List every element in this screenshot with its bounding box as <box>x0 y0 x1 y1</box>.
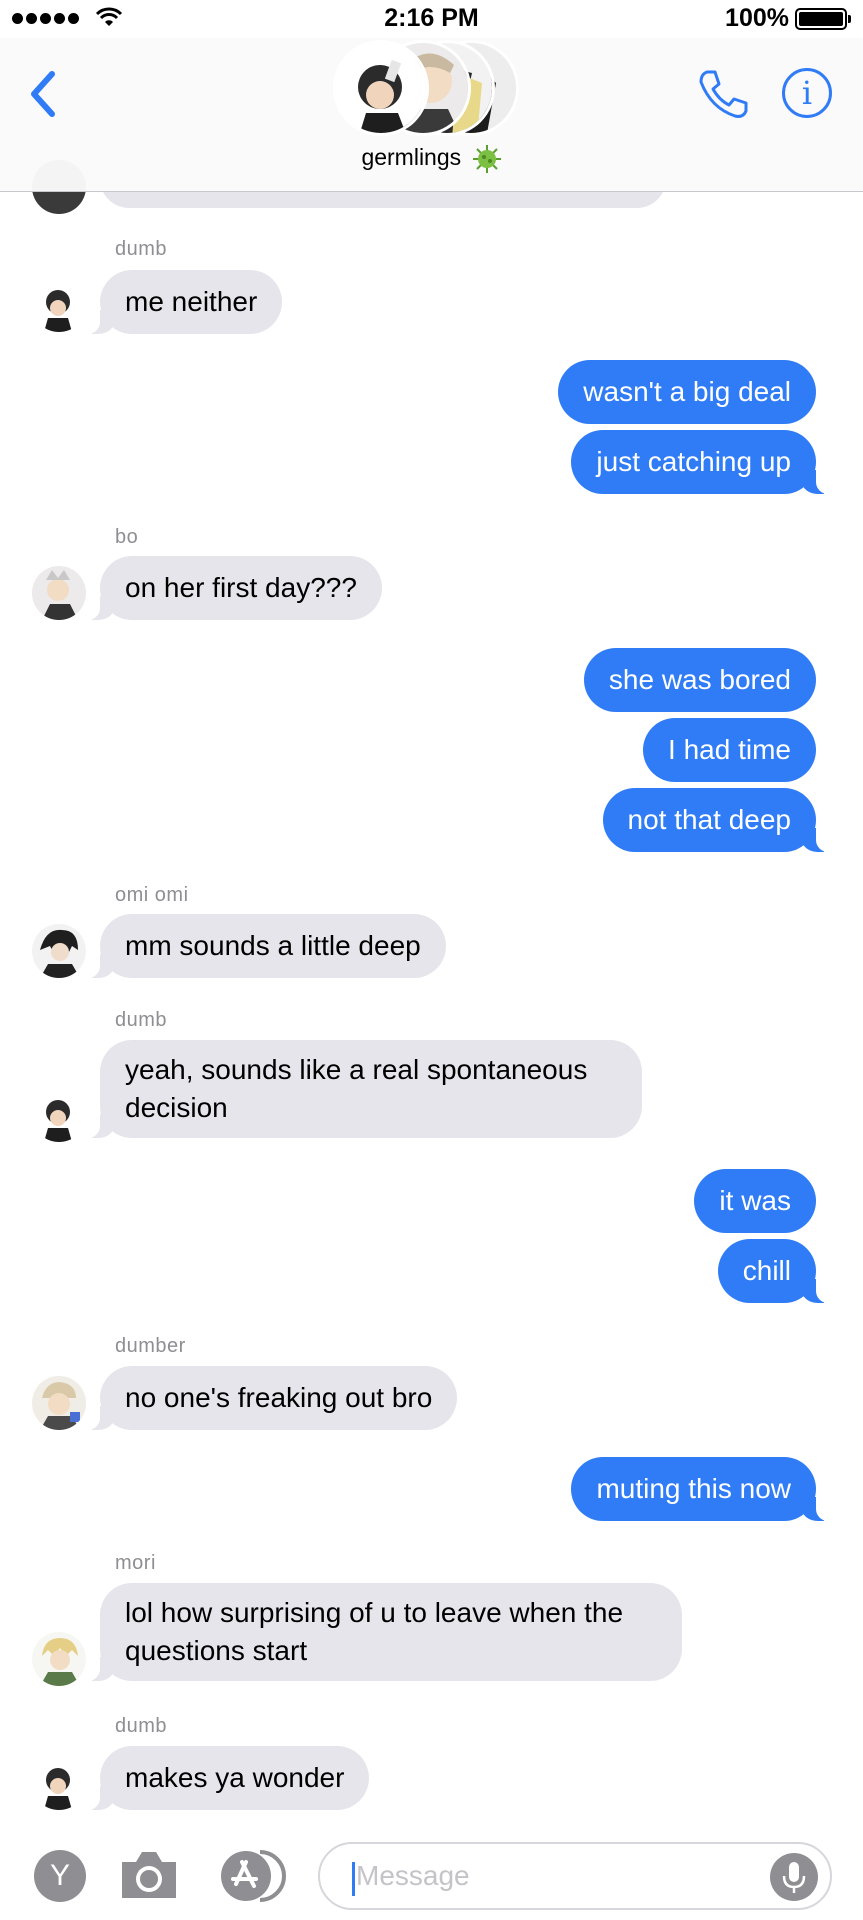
avatar-bo <box>32 566 86 620</box>
message-bubble-incoming[interactable]: lol how surprising of u to leave when th… <box>86 1583 682 1681</box>
message-bubble-incoming[interactable]: mm sounds a little deep <box>86 914 446 978</box>
back-chevron-icon[interactable] <box>24 64 64 124</box>
app-drawer-y-button[interactable]: Y <box>34 1850 86 1902</box>
sender-name: dumber <box>115 1335 186 1357</box>
status-bar: 2:16 PM 100% <box>0 0 863 38</box>
microbe-icon <box>472 145 501 173</box>
sender-name: dumb <box>115 1009 168 1031</box>
conversation-header: germlings i <box>0 38 863 192</box>
message-bubble-incoming[interactable]: makes ya wonder <box>85 1746 370 1810</box>
message-bubble-outgoing[interactable]: just catching up <box>571 430 830 494</box>
message-bubble-outgoing[interactable]: she was bored <box>583 648 816 712</box>
message-bubble-outgoing[interactable]: it was <box>694 1169 816 1233</box>
camera-icon[interactable] <box>118 1846 180 1902</box>
sender-name: dumb <box>115 1715 168 1737</box>
sender-name: bo <box>115 526 139 548</box>
message-bubble-outgoing[interactable]: chill <box>717 1239 831 1303</box>
phone-call-icon[interactable] <box>693 64 753 124</box>
app-store-icon[interactable] <box>216 1848 288 1904</box>
avatar-omi <box>32 924 86 978</box>
group-name[interactable]: germlings <box>0 144 863 174</box>
microphone-button[interactable] <box>770 1853 818 1901</box>
group-name-label: germlings <box>361 144 462 171</box>
message-bubble-outgoing[interactable]: I had time <box>643 718 816 782</box>
message-placeholder: Message <box>356 1860 470 1891</box>
info-button[interactable]: i <box>782 68 832 118</box>
message-input[interactable]: Message <box>318 1842 832 1910</box>
message-bubble-incoming[interactable]: yeah, sounds like a real spontaneous dec… <box>86 1040 642 1138</box>
sender-name: dumb <box>115 238 168 260</box>
member-avatar <box>333 40 429 136</box>
message-bubble-outgoing[interactable]: wasn't a big deal <box>558 360 816 424</box>
text-cursor <box>352 1862 355 1896</box>
sender-name: omi omi <box>115 884 189 906</box>
group-avatar-stack[interactable] <box>333 38 533 136</box>
avatar-dumb <box>32 1756 86 1810</box>
avatar-mori <box>32 1632 86 1686</box>
message-input-bar: Y Message <box>0 1830 863 1920</box>
avatar-dumb <box>32 1088 86 1142</box>
sender-name: mori <box>115 1552 156 1574</box>
message-bubble-incoming[interactable]: no one's freaking out bro <box>85 1366 458 1430</box>
message-bubble-incoming[interactable]: me neither <box>85 270 283 334</box>
message-bubble-incoming[interactable]: on her first day??? <box>86 556 382 620</box>
battery-icon <box>795 8 851 30</box>
microphone-icon <box>782 1862 806 1893</box>
message-bubble-outgoing[interactable]: not that deep <box>602 788 831 852</box>
avatar-dumber <box>32 1376 86 1430</box>
battery-percentage: 100% <box>725 4 789 32</box>
message-bubble-outgoing[interactable]: muting this now <box>571 1457 830 1521</box>
avatar-dumb <box>32 278 86 332</box>
